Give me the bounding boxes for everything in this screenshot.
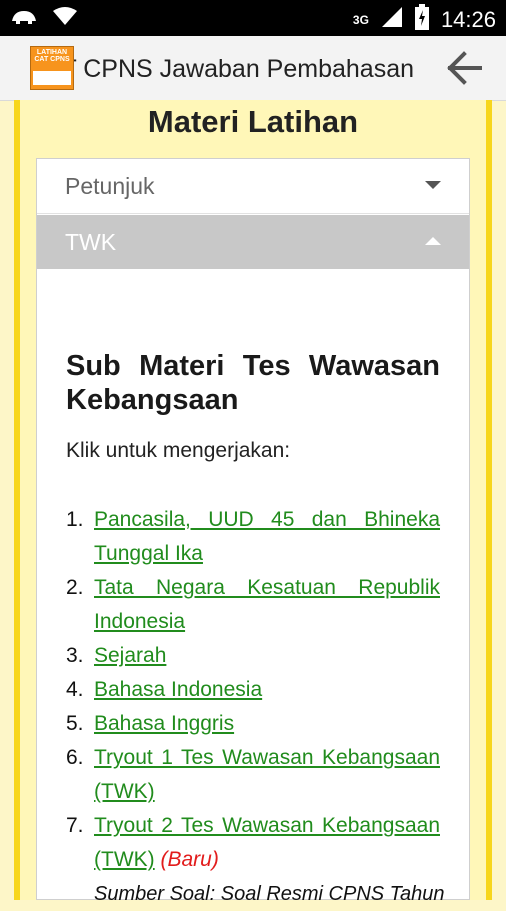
topic-link-tryout-2[interactable]: Tryout 2 Tes Wawasan Kebangsaan (TWK): [94, 814, 440, 871]
chevron-up-icon: [425, 237, 441, 245]
twk-content: Sub Materi Tes Wawasan Kebangsaan Klik u…: [66, 349, 445, 911]
status-bar: 3G 14:26: [0, 0, 506, 36]
chevron-down-icon: [425, 181, 441, 189]
item-number: 2.: [66, 576, 84, 599]
list-item: 6. Tryout 1 Tes Wawasan Kebangsaan (TWK): [66, 741, 440, 809]
topic-link-tryout-1[interactable]: Tryout 1 Tes Wawasan Kebangsaan (TWK): [94, 746, 440, 803]
intro-text: Klik untuk mengerjakan:: [66, 439, 291, 462]
topic-link-bahasa-inggris[interactable]: Bahasa Inggris: [94, 712, 234, 735]
list-item: 1. Pancasila, UUD 45 dan Bhineka Tunggal…: [66, 503, 440, 571]
app-logo-text: LATIHAN CAT CPNS: [34, 49, 70, 63]
topic-link-pancasila[interactable]: Pancasila, UUD 45 dan Bhineka Tunggal Ik…: [94, 508, 440, 565]
battery-charging-icon: [414, 4, 429, 35]
network-type: 3G: [352, 12, 369, 27]
accordion-header-twk[interactable]: TWK: [37, 215, 469, 269]
back-button[interactable]: [442, 48, 488, 88]
topic-link-tata-negara[interactable]: Tata Negara Kesatuan Republik Indonesia: [94, 576, 440, 633]
signal-icon: [381, 6, 403, 33]
app-title: Soal CAT CPNS Jawaban Pembahasan: [40, 55, 414, 83]
accordion-header-petunjuk[interactable]: Petunjuk: [37, 159, 469, 214]
item-number: 7.: [66, 814, 84, 837]
item-number: 4.: [66, 678, 84, 701]
list-item: 4. Bahasa Indonesia: [66, 673, 440, 707]
accordion-label: Petunjuk: [65, 173, 155, 199]
item-number: 1.: [66, 508, 84, 531]
action-bar: Soal CAT CPNS Jawaban Pembahasan LATIHAN…: [0, 36, 506, 101]
accordion-label: TWK: [65, 229, 117, 255]
item-number: 3.: [66, 644, 84, 667]
app-logo-strip: [33, 71, 71, 85]
accordion-panel: Petunjuk TWK Sub Materi Tes Wawasan Keba…: [36, 158, 470, 905]
item-number: 6.: [66, 746, 84, 769]
notification-icon: [10, 7, 38, 30]
topic-link-sejarah[interactable]: Sejarah: [94, 644, 166, 667]
new-badge: (Baru): [160, 848, 219, 871]
list-item: 3. Sejarah: [66, 639, 440, 673]
source-note: Sumber Soal: Soal Resmi CPNS Tahun: [94, 883, 445, 905]
section-title: Sub Materi Tes Wawasan Kebangsaan: [66, 350, 440, 416]
page-title: Materi Latihan: [147, 104, 359, 139]
arrow-left-icon: [447, 51, 482, 85]
app-logo[interactable]: LATIHAN CAT CPNS: [30, 46, 74, 90]
item-number: 5.: [66, 712, 84, 735]
list-item: 2. Tata Negara Kesatuan Republik Indones…: [66, 571, 440, 639]
topic-list: 1. Pancasila, UUD 45 dan Bhineka Tunggal…: [66, 503, 445, 911]
topic-link-bahasa-indonesia[interactable]: Bahasa Indonesia: [94, 678, 262, 701]
wifi-icon: [52, 6, 78, 31]
clock: 14:26: [440, 6, 496, 32]
list-item: 5. Bahasa Inggris: [66, 707, 440, 741]
list-item: 7. Tryout 2 Tes Wawasan Kebangsaan (TWK)…: [66, 809, 445, 911]
